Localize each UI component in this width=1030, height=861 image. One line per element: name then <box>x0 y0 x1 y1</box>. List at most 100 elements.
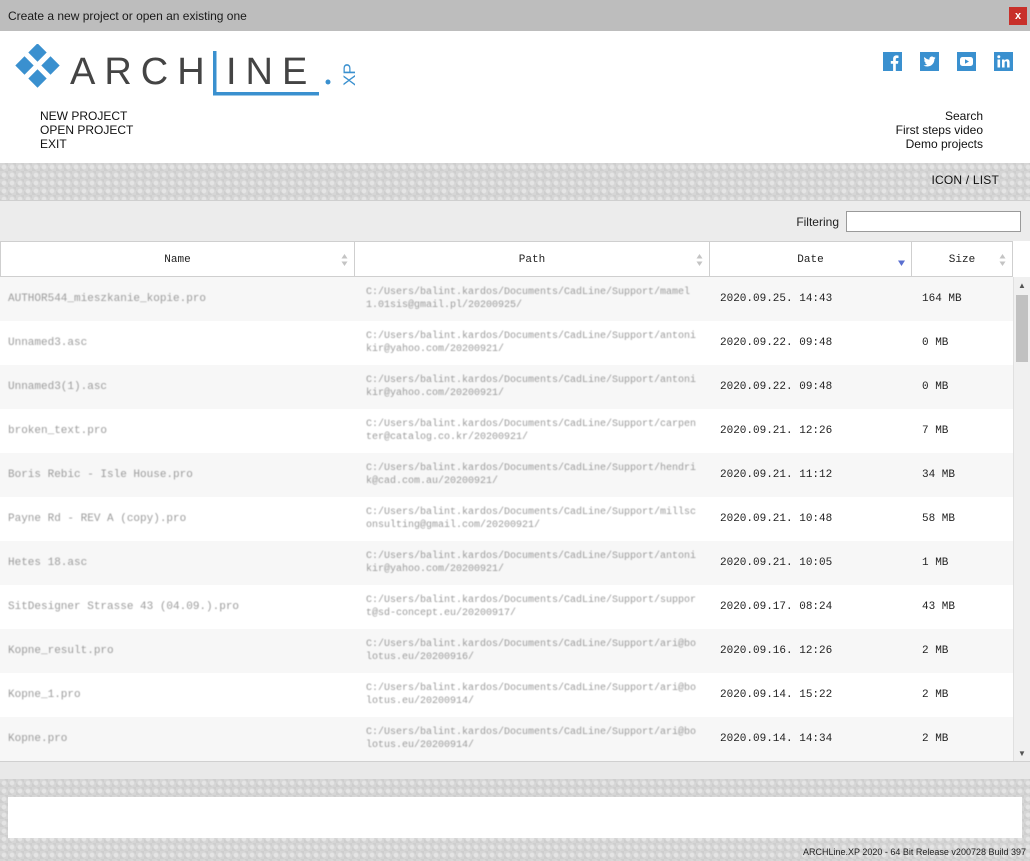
social-links <box>883 52 1013 71</box>
first-steps-video-link[interactable]: First steps video <box>896 123 983 137</box>
project-info-panel <box>8 797 1022 838</box>
archline-logo: ARCH INE XP <box>15 44 359 96</box>
main-menu: NEW PROJECT OPEN PROJECT EXIT <box>40 109 133 151</box>
row-date: 2020.09.25. 14:43 <box>720 293 833 305</box>
row-path: C:/Users/balint.kardos/Documents/CadLine… <box>366 551 697 575</box>
table-row[interactable]: broken_text.pro C:/Users/balint.kardos/Do… <box>0 409 1013 453</box>
scroll-up-arrow-icon[interactable]: ▲ <box>1014 277 1030 293</box>
linkedin-icon[interactable] <box>994 52 1013 71</box>
row-date: 2020.09.21. 10:48 <box>720 513 833 525</box>
table-row[interactable]: Kopne.pro C:/Users/balint.kardos/Document… <box>0 717 1013 761</box>
table-row[interactable]: Unnamed3(1).asc C:/Users/balint.kardos/Do… <box>0 365 1013 409</box>
row-size: 0 MB <box>922 337 949 349</box>
row-size: 34 MB <box>922 469 956 481</box>
row-path: C:/Users/balint.kardos/Documents/CadLine… <box>366 507 697 531</box>
column-header-path[interactable]: Path <box>355 242 710 277</box>
row-path: C:/Users/balint.kardos/Documents/CadLine… <box>366 419 697 443</box>
twitter-icon[interactable] <box>920 52 939 71</box>
row-size: 164 MB <box>922 293 962 305</box>
row-name: Hetes 18.asc <box>8 557 88 569</box>
row-path: C:/Users/balint.kardos/Documents/CadLine… <box>366 683 697 707</box>
row-path: C:/Users/balint.kardos/Documents/CadLine… <box>366 375 697 399</box>
logo-diamond-icon <box>15 44 60 88</box>
project-list: AUTHOR544_mieszkanie_kopie.pro C:/Users/b… <box>0 277 1013 761</box>
column-header-size[interactable]: Size <box>912 242 1013 277</box>
row-size: 43 MB <box>922 601 956 613</box>
window-title: Create a new project or open an existing… <box>8 8 247 23</box>
row-path: C:/Users/balint.kardos/Documents/CadLine… <box>366 331 697 355</box>
row-size: 2 MB <box>922 733 949 745</box>
row-size: 1 MB <box>922 557 949 569</box>
icon-list-toggle[interactable]: ICON / LIST <box>931 173 999 187</box>
row-name: Unnamed3(1).asc <box>8 381 108 393</box>
column-header-size-label: Size <box>948 253 976 266</box>
table-row[interactable]: Boris Rebic - Isle House.pro C:/Users/bal… <box>0 453 1013 497</box>
table-row[interactable]: Hetes 18.asc C:/Users/balint.kardos/Docum… <box>0 541 1013 585</box>
logo-text-ine: INE <box>226 51 316 93</box>
view-bar: ICON / LIST <box>0 163 1030 200</box>
row-path: C:/Users/balint.kardos/Documents/CadLine… <box>366 639 697 663</box>
row-name: Payne Rd - REV A (copy).pro <box>8 513 187 525</box>
row-date: 2020.09.21. 11:12 <box>720 469 833 481</box>
column-header-name-label: Name <box>164 253 191 266</box>
row-size: 58 MB <box>922 513 956 525</box>
open-project-link[interactable]: OPEN PROJECT <box>40 123 133 137</box>
vertical-scrollbar[interactable]: ▲ ▼ <box>1013 277 1030 761</box>
version-label: ARCHLine.XP 2020 - 64 Bit Release v20072… <box>803 847 1026 857</box>
horizontal-scrollbar[interactable] <box>0 761 1030 779</box>
row-date: 2020.09.21. 12:26 <box>720 425 833 437</box>
logo-text-xp: XP <box>340 63 359 86</box>
row-path: C:/Users/balint.kardos/Documents/CadLine… <box>366 463 697 487</box>
scroll-thumb[interactable] <box>1016 295 1028 362</box>
row-date: 2020.09.22. 09:48 <box>720 337 833 349</box>
row-name: Kopne.pro <box>8 733 68 745</box>
close-button[interactable]: x <box>1009 7 1027 25</box>
table-header: Name Path Date Size <box>0 241 1013 277</box>
table-row[interactable]: SitDesigner Strasse 43 (04.09.).pro C:/Us… <box>0 585 1013 629</box>
help-menu: Search First steps video Demo projects <box>896 109 983 151</box>
exit-link[interactable]: EXIT <box>40 137 133 151</box>
row-size: 7 MB <box>922 425 949 437</box>
row-date: 2020.09.14. 15:22 <box>720 689 833 701</box>
row-name: AUTHOR544_mieszkanie_kopie.pro <box>8 293 207 305</box>
search-link[interactable]: Search <box>896 109 983 123</box>
row-date: 2020.09.17. 08:24 <box>720 601 833 613</box>
table-row[interactable]: Kopne_1.pro C:/Users/balint.kardos/Docume… <box>0 673 1013 717</box>
sort-icon <box>341 254 348 266</box>
table-row[interactable]: Kopne_result.pro C:/Users/balint.kardos/D… <box>0 629 1013 673</box>
row-size: 2 MB <box>922 689 949 701</box>
scroll-down-arrow-icon[interactable]: ▼ <box>1014 745 1030 761</box>
column-header-date[interactable]: Date <box>710 242 912 277</box>
row-path: C:/Users/balint.kardos/Documents/CadLine… <box>366 727 697 751</box>
row-name: broken_text.pro <box>8 425 108 437</box>
row-path: C:/Users/balint.kardos/Documents/CadLine… <box>366 287 691 311</box>
filter-label: Filtering <box>796 215 839 229</box>
youtube-icon[interactable] <box>957 52 976 71</box>
title-bar: Create a new project or open an existing… <box>0 0 1030 31</box>
row-date: 2020.09.14. 14:34 <box>720 733 833 745</box>
row-name: Kopne_1.pro <box>8 689 81 701</box>
row-date: 2020.09.22. 09:48 <box>720 381 833 393</box>
footer: ARCHLine.XP 2020 - 64 Bit Release v20072… <box>0 779 1030 861</box>
column-header-date-label: Date <box>797 253 824 266</box>
column-header-name[interactable]: Name <box>0 242 355 277</box>
row-name: Unnamed3.asc <box>8 337 88 349</box>
row-path: C:/Users/balint.kardos/Documents/CadLine… <box>366 595 697 619</box>
filter-input[interactable] <box>846 211 1021 232</box>
row-size: 2 MB <box>922 645 949 657</box>
column-header-path-label: Path <box>518 253 546 266</box>
table-row[interactable]: Payne Rd - REV A (copy).pro C:/Users/bali… <box>0 497 1013 541</box>
facebook-icon[interactable] <box>883 52 902 71</box>
sort-descending-icon <box>898 260 905 266</box>
new-project-link[interactable]: NEW PROJECT <box>40 109 133 123</box>
sort-icon <box>999 254 1006 266</box>
logo-text-arch: ARCH <box>70 51 214 93</box>
header: ARCH INE XP NEW PROJECT OPEN PROJECT EXI… <box>0 31 1030 163</box>
row-date: 2020.09.21. 10:05 <box>720 557 833 569</box>
table-row[interactable]: Unnamed3.asc C:/Users/balint.kardos/Docum… <box>0 321 1013 365</box>
demo-projects-link[interactable]: Demo projects <box>896 137 983 151</box>
row-name: SitDesigner Strasse 43 (04.09.).pro <box>8 601 240 613</box>
row-date: 2020.09.16. 12:26 <box>720 645 833 657</box>
row-size: 0 MB <box>922 381 949 393</box>
table-row[interactable]: AUTHOR544_mieszkanie_kopie.pro C:/Users/b… <box>0 277 1013 321</box>
